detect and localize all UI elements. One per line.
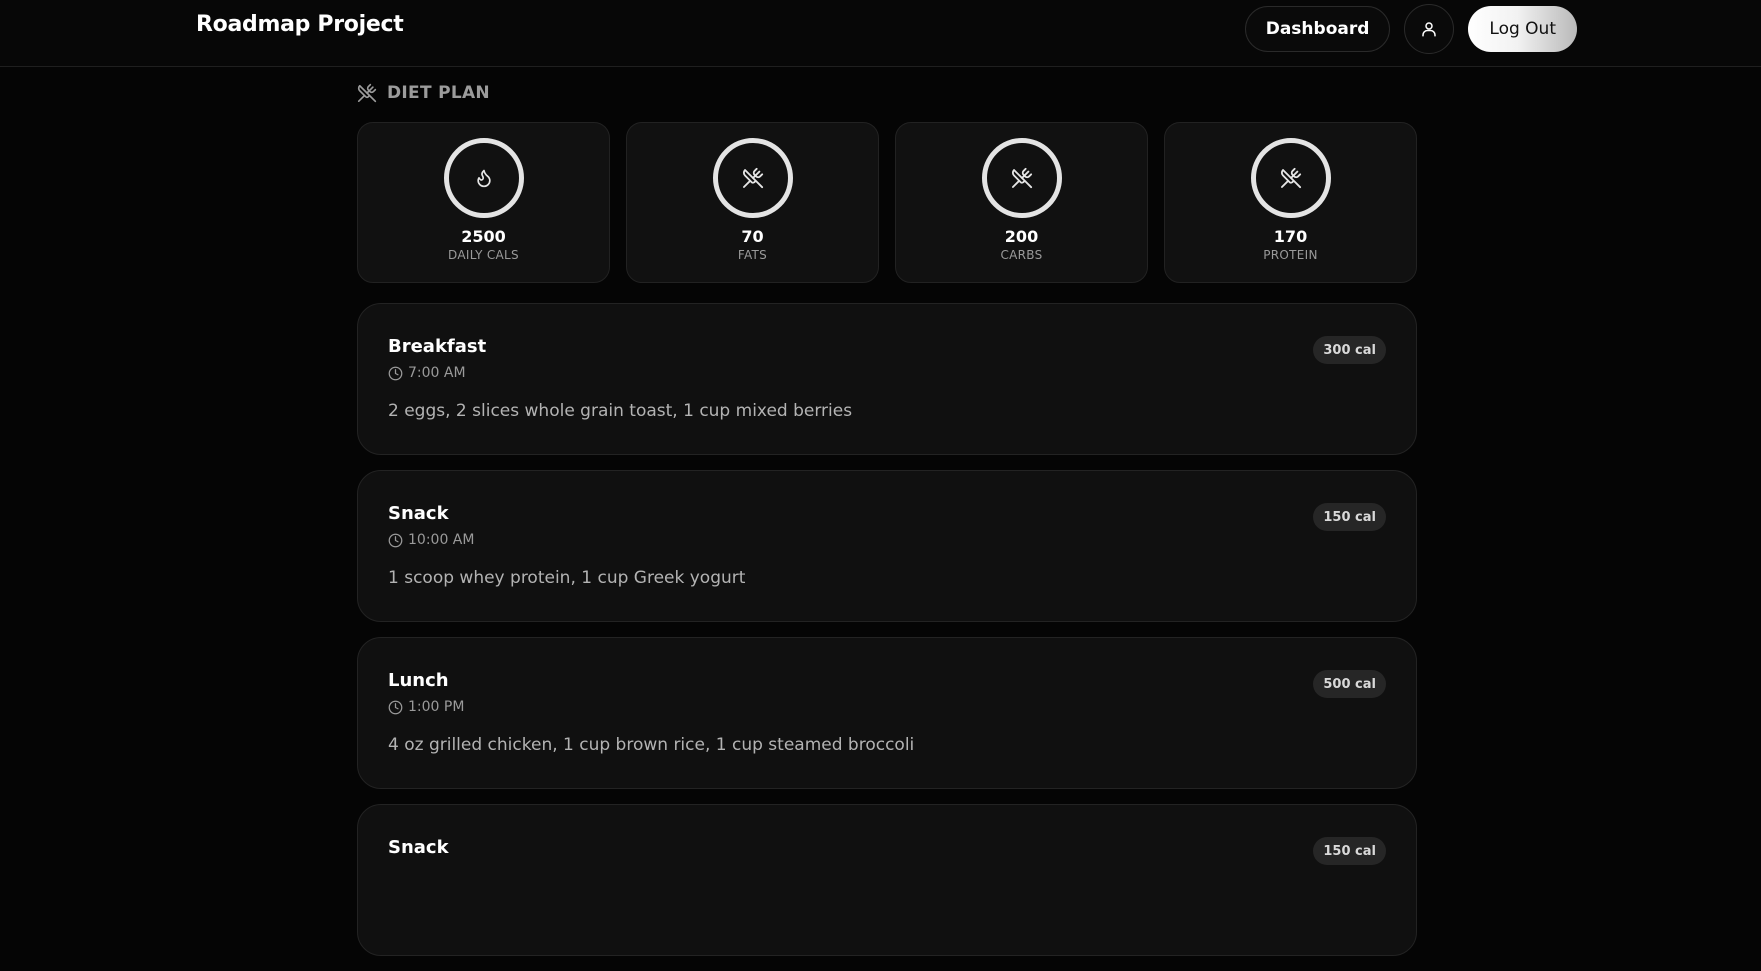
- dashboard-button[interactable]: Dashboard: [1244, 6, 1391, 52]
- clock-icon: [388, 533, 403, 547]
- logout-button[interactable]: Log Out: [1468, 6, 1577, 52]
- progress-ring: [712, 138, 793, 218]
- profile-button[interactable]: [1404, 4, 1455, 54]
- calorie-badge: 150 cal: [1313, 503, 1386, 531]
- stat-value: 200: [1004, 227, 1039, 246]
- section-title: DIET PLAN: [387, 83, 490, 103]
- stat-card-protein: 170 PROTEIN: [1164, 122, 1417, 283]
- calorie-badge: 150 cal: [1313, 837, 1386, 865]
- meal-time: 1:00 PM: [388, 699, 464, 715]
- nav-actions: Dashboard Log Out: [1244, 4, 1577, 54]
- brand-title[interactable]: Roadmap Project: [196, 12, 404, 37]
- meal-list: Breakfast 7:00 AM 2 eggs, 2 slices whole…: [357, 303, 1417, 971]
- calorie-badge: 300 cal: [1313, 336, 1386, 364]
- clock-icon: [388, 366, 403, 380]
- stat-card-daily-cals: 2500 DAILY CALS: [357, 122, 610, 283]
- progress-ring: [443, 138, 524, 218]
- meal-time-text: 1:00 PM: [408, 699, 465, 715]
- meal-name: Snack: [388, 837, 449, 858]
- stat-card-carbs: 200 CARBS: [895, 122, 1148, 283]
- utensils-crossed-icon: [357, 83, 377, 103]
- macro-stats: 2500 DAILY CALS 70 FATS 200 CARBS 170 PR…: [357, 122, 1417, 283]
- stat-value: 2500: [461, 227, 506, 246]
- stat-value: 170: [1273, 227, 1308, 246]
- stat-value: 70: [741, 227, 764, 246]
- meal-time-text: 10:00 AM: [408, 532, 475, 548]
- meal-name: Lunch: [388, 670, 449, 691]
- utensils-crossed-icon: [742, 167, 763, 189]
- meal-card-snack-2: Snack 150 cal: [357, 804, 1417, 956]
- meal-name: Snack: [388, 503, 449, 524]
- stat-label: FATS: [737, 248, 768, 262]
- meal-time: 7:00 AM: [388, 365, 466, 381]
- meal-name: Breakfast: [388, 336, 487, 357]
- meal-description: 4 oz grilled chicken, 1 cup brown rice, …: [388, 735, 915, 755]
- top-navbar: Roadmap Project Dashboard Log Out: [0, 0, 1761, 67]
- stat-label: CARBS: [1000, 248, 1043, 262]
- utensils-crossed-icon: [1280, 167, 1301, 189]
- meal-time: 10:00 AM: [388, 532, 474, 548]
- stat-label: DAILY CALS: [448, 248, 519, 262]
- clock-icon: [388, 700, 403, 714]
- calorie-badge: 500 cal: [1313, 670, 1386, 698]
- flame-icon: [476, 169, 491, 188]
- utensils-crossed-icon: [1011, 167, 1032, 189]
- user-icon: [1422, 22, 1437, 37]
- meal-card-snack: Snack 10:00 AM 1 scoop whey protein, 1 c…: [357, 470, 1417, 622]
- meal-description: 1 scoop whey protein, 1 cup Greek yogurt: [388, 568, 746, 588]
- meal-description: 2 eggs, 2 slices whole grain toast, 1 cu…: [388, 401, 853, 421]
- stat-label: PROTEIN: [1263, 248, 1318, 262]
- section-header: DIET PLAN: [357, 83, 490, 103]
- meal-card-breakfast: Breakfast 7:00 AM 2 eggs, 2 slices whole…: [357, 303, 1417, 455]
- progress-ring: [1250, 138, 1331, 218]
- progress-ring: [981, 138, 1062, 218]
- meal-card-lunch: Lunch 1:00 PM 4 oz grilled chicken, 1 cu…: [357, 637, 1417, 789]
- meal-time-text: 7:00 AM: [408, 365, 466, 381]
- stat-card-fats: 70 FATS: [626, 122, 879, 283]
